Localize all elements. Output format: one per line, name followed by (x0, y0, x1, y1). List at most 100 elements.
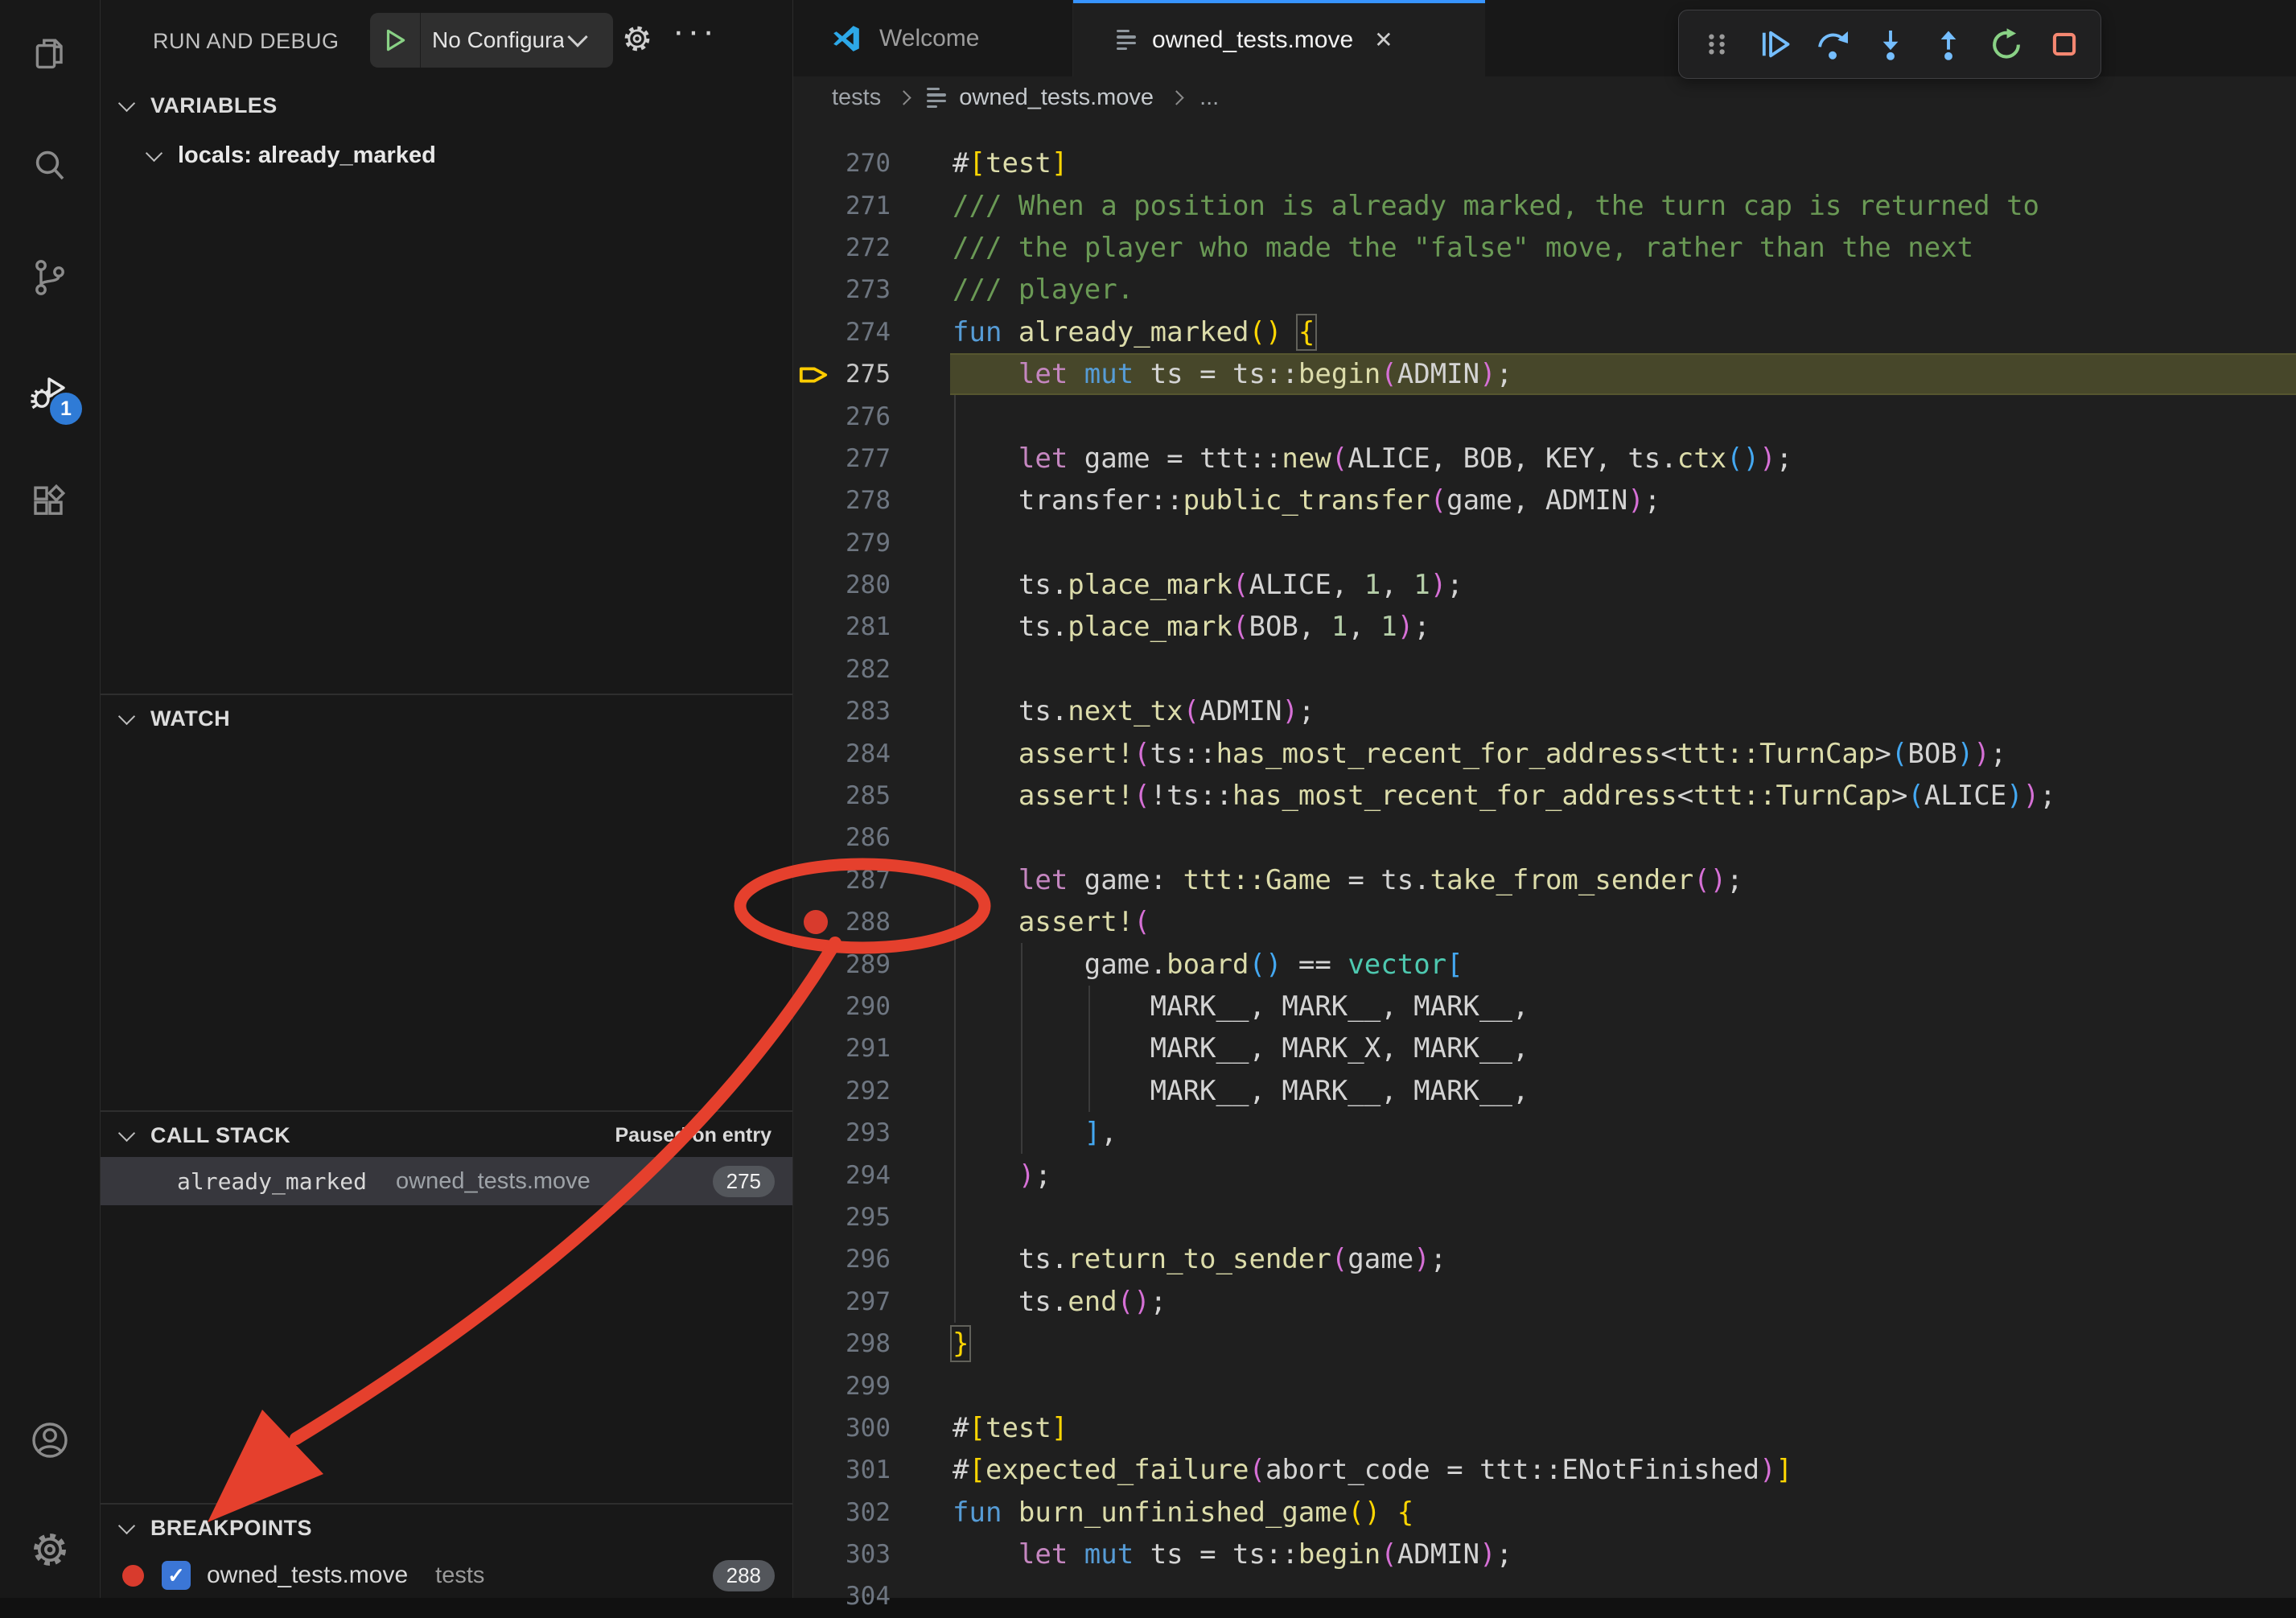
code-line[interactable]: 291 MARK__, MARK_X, MARK__, (792, 1027, 2296, 1069)
gutter-glyph-margin[interactable] (792, 142, 839, 184)
code-line[interactable]: 270 #[test] (792, 142, 2296, 184)
line-number[interactable]: 279 (839, 529, 891, 558)
line-number[interactable]: 301 (839, 1455, 891, 1484)
code-text[interactable]: MARK__, MARK_X, MARK__, (953, 1032, 1529, 1064)
code-line[interactable]: 286 (792, 817, 2296, 858)
gutter-glyph-margin[interactable] (792, 184, 839, 226)
debug-config-dropdown[interactable]: No Configura (370, 13, 613, 68)
code-line[interactable]: 284 assert!(ts::has_most_recent_for_addr… (792, 732, 2296, 774)
line-number[interactable]: 298 (839, 1329, 891, 1358)
gutter-glyph-margin[interactable] (792, 1154, 839, 1196)
code-text[interactable]: /// player. (953, 274, 1134, 306)
line-number[interactable]: 280 (839, 570, 891, 599)
gutter-glyph-margin[interactable] (792, 227, 839, 269)
line-number[interactable]: 272 (839, 233, 891, 262)
code-line[interactable]: 303 let mut ts = ts::begin(ADMIN); (792, 1534, 2296, 1575)
line-number[interactable]: 283 (839, 697, 891, 726)
code-line[interactable]: 300#[test] (792, 1407, 2296, 1449)
step-into-button[interactable] (1866, 19, 1915, 69)
gutter-glyph-margin[interactable] (792, 1575, 839, 1617)
line-number[interactable]: 287 (839, 866, 891, 895)
restart-button[interactable] (1981, 19, 2031, 69)
code-line[interactable]: 277 let game = ttt::new(ALICE, BOB, KEY,… (792, 438, 2296, 480)
code-text[interactable]: /// When a position is already marked, t… (953, 190, 2039, 222)
line-number[interactable]: 300 (839, 1414, 891, 1443)
code-line[interactable]: 282 (792, 648, 2296, 690)
gutter-glyph-margin[interactable] (792, 943, 839, 985)
code-text[interactable]: ts.place_mark(ALICE, 1, 1); (953, 569, 1463, 601)
call-stack-section-header[interactable]: CALL STACK Paused on entry (100, 1114, 792, 1157)
source-control-icon[interactable] (29, 257, 71, 298)
line-number[interactable]: 292 (839, 1077, 891, 1105)
gutter-glyph-margin[interactable] (792, 1365, 839, 1406)
search-icon[interactable] (29, 146, 71, 187)
gutter-glyph-margin[interactable] (792, 1449, 839, 1491)
gutter-glyph-margin[interactable] (792, 1407, 839, 1449)
code-text[interactable]: ); (953, 1159, 1051, 1192)
variables-section-header[interactable]: VARIABLES (100, 84, 792, 127)
gutter-glyph-margin[interactable] (792, 395, 839, 437)
gutter-glyph-margin[interactable] (792, 1027, 839, 1069)
code-text[interactable]: #[test] (953, 147, 1068, 179)
breadcrumb-file[interactable]: owned_tests.move (959, 84, 1154, 111)
gutter-glyph-margin[interactable] (792, 859, 839, 901)
line-number[interactable]: 286 (839, 823, 891, 852)
code-line[interactable]: 276 (792, 395, 2296, 437)
code-line[interactable]: 275 let mut ts = ts::begin(ADMIN); (792, 353, 2296, 395)
gutter-glyph-margin[interactable] (792, 480, 839, 521)
code-line[interactable]: 274 fun already_marked() { (792, 311, 2296, 353)
code-line[interactable]: 279 (792, 522, 2296, 564)
gutter-glyph-margin[interactable] (792, 311, 839, 353)
code-text[interactable]: ts.next_tx(ADMIN); (953, 695, 1315, 727)
line-number[interactable]: 302 (839, 1498, 891, 1527)
code-text[interactable]: assert!(ts::has_most_recent_for_address<… (953, 738, 2006, 770)
code-text[interactable]: game.board() == vector[ (953, 949, 1463, 981)
settings-gear-icon[interactable] (29, 1529, 71, 1571)
line-number[interactable]: 275 (839, 360, 891, 389)
gutter-glyph-margin[interactable] (792, 1281, 839, 1323)
gutter-glyph-margin[interactable] (792, 269, 839, 311)
gutter-glyph-margin[interactable] (792, 817, 839, 858)
line-number[interactable]: 289 (839, 950, 891, 979)
code-text[interactable]: fun burn_unfinished_game() { (953, 1497, 1413, 1529)
line-number[interactable]: 278 (839, 486, 891, 515)
breakpoint-list-item[interactable]: ✓ owned_tests.move tests 288 (100, 1553, 792, 1598)
start-debug-icon[interactable] (370, 13, 421, 68)
gutter-glyph-margin[interactable] (792, 1492, 839, 1534)
gutter-glyph-margin[interactable] (792, 564, 839, 606)
code-text[interactable]: assert!(!ts::has_most_recent_for_address… (953, 780, 2056, 812)
line-number[interactable]: 285 (839, 781, 891, 810)
line-number[interactable]: 282 (839, 655, 891, 684)
line-number[interactable]: 271 (839, 191, 891, 220)
code-text[interactable]: /// the player who made the "false" move… (953, 232, 1973, 264)
gutter-glyph-margin[interactable] (792, 606, 839, 648)
code-line[interactable]: 298} (792, 1323, 2296, 1365)
code-text[interactable]: fun already_marked() { (953, 316, 1315, 348)
files-icon[interactable] (29, 33, 71, 75)
gutter-glyph-margin[interactable] (792, 648, 839, 690)
line-number[interactable]: 297 (839, 1287, 891, 1316)
code-line[interactable]: 281 ts.place_mark(BOB, 1, 1); (792, 606, 2296, 648)
line-number[interactable]: 274 (839, 318, 891, 347)
gutter-glyph-margin[interactable] (792, 775, 839, 817)
code-text[interactable]: let game: ttt::Game = ts.take_from_sende… (953, 864, 1743, 896)
gutter-glyph-margin[interactable] (792, 1534, 839, 1575)
code-line[interactable]: 294 ); (792, 1154, 2296, 1196)
gutter-glyph-margin[interactable] (792, 986, 839, 1027)
line-number[interactable]: 295 (839, 1203, 891, 1232)
code-line[interactable]: 290 MARK__, MARK__, MARK__, (792, 986, 2296, 1027)
breadcrumb-more[interactable]: ... (1199, 84, 1219, 111)
breadcrumb-folder[interactable]: tests (832, 84, 881, 111)
line-number[interactable]: 303 (839, 1540, 891, 1569)
line-number[interactable]: 270 (839, 149, 891, 178)
code-line[interactable]: 297 ts.end(); (792, 1281, 2296, 1323)
close-tab-icon[interactable]: ✕ (1374, 27, 1393, 53)
line-number[interactable]: 276 (839, 402, 891, 431)
tab-owned-tests-move[interactable]: owned_tests.move ✕ (1073, 0, 1485, 76)
code-line[interactable]: 280 ts.place_mark(ALICE, 1, 1); (792, 564, 2296, 606)
breakpoint-checkbox[interactable]: ✓ (162, 1561, 191, 1590)
gutter-glyph-margin[interactable] (792, 353, 839, 395)
code-line[interactable]: 283 ts.next_tx(ADMIN); (792, 690, 2296, 732)
more-actions-icon[interactable]: ··· (673, 11, 718, 51)
code-line[interactable]: 273/// player. (792, 269, 2296, 311)
